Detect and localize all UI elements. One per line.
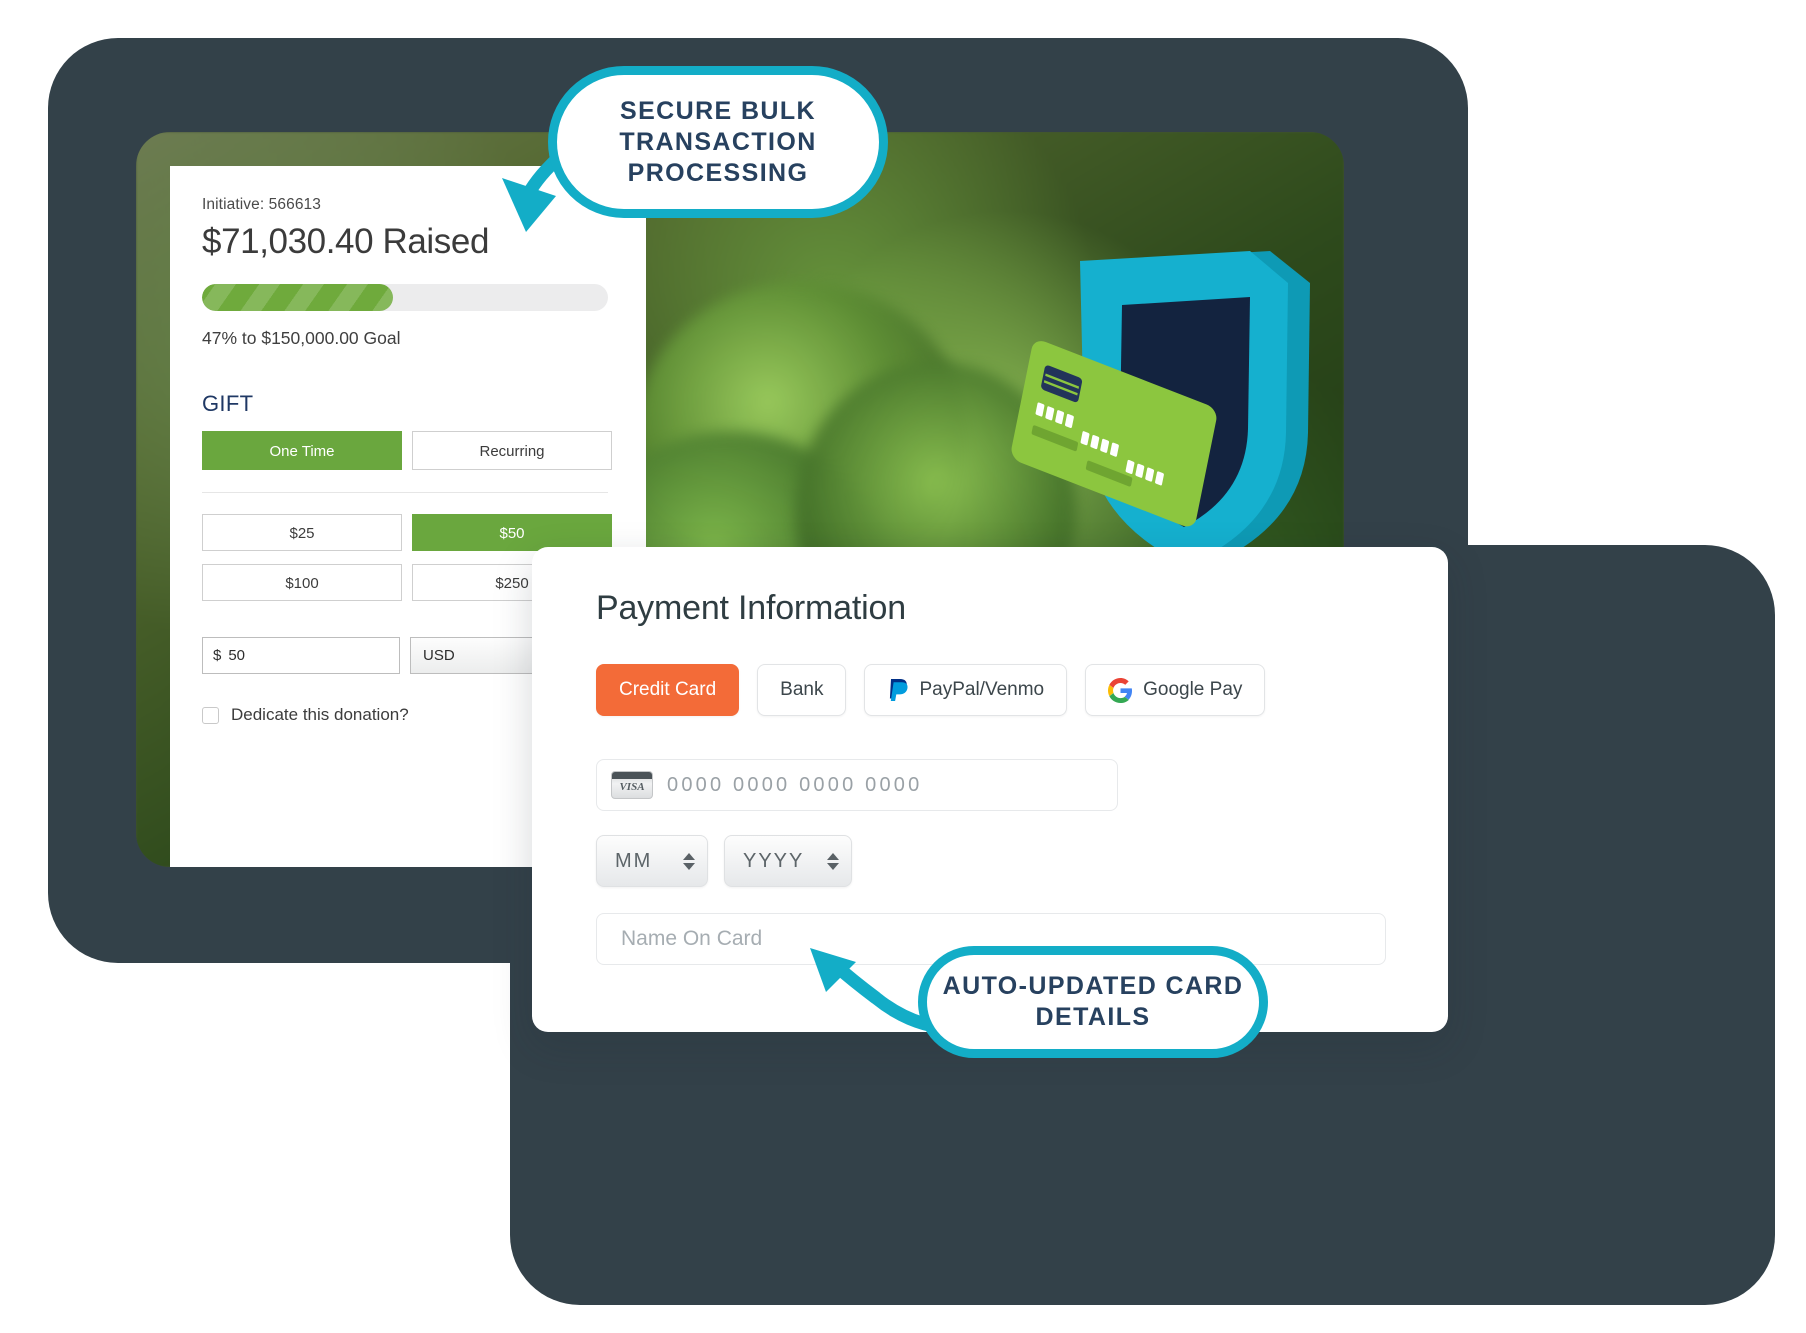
amount-option-100[interactable]: $100 <box>202 564 402 601</box>
payment-method-paypal-venmo[interactable]: PayPal/Venmo <box>864 664 1068 716</box>
payment-method-label: Google Pay <box>1143 679 1243 700</box>
card-number-placeholder: 0000 0000 0000 0000 <box>667 773 923 796</box>
expiry-month-value: MM <box>615 849 653 872</box>
google-g-glyph <box>1108 677 1133 703</box>
payment-method-group: Credit Card Bank PayPal/Venmo Google Pay <box>596 664 1266 716</box>
visa-icon: VISA <box>611 771 653 799</box>
expiry-month-stepper[interactable]: MM <box>596 835 708 887</box>
payment-method-label: Bank <box>780 679 824 700</box>
visa-label: VISA <box>619 781 645 793</box>
custom-amount-input[interactable]: $ 50 <box>202 637 400 674</box>
dedicate-label: Dedicate this donation? <box>231 705 409 724</box>
currency-select-value: USD <box>423 647 455 664</box>
frequency-option-one-time[interactable]: One Time <box>202 431 402 470</box>
screenshot-root: Initiative: 566613 $71,030.40 Raised 47%… <box>0 0 1806 1333</box>
frequency-toggle-group: One Time Recurring <box>202 431 612 470</box>
paypal-glyph <box>890 679 909 701</box>
gift-section-label: GIFT <box>202 391 254 416</box>
section-divider <box>202 492 608 493</box>
amount-option-50[interactable]: $50 <box>412 514 612 551</box>
expiry-year-value: YYYY <box>743 849 805 872</box>
payment-method-label: Credit Card <box>619 679 717 700</box>
custom-amount-value: 50 <box>228 647 246 664</box>
frequency-option-recurring[interactable]: Recurring <box>412 431 612 470</box>
payment-method-bank[interactable]: Bank <box>757 664 847 716</box>
progress-bar-fill <box>202 284 393 311</box>
currency-symbol: $ <box>213 647 222 664</box>
card-number-input[interactable]: VISA 0000 0000 0000 0000 <box>596 759 1118 811</box>
amount-option-25[interactable]: $25 <box>202 514 402 551</box>
payment-panel-title: Payment Information <box>596 589 906 627</box>
name-on-card-placeholder: Name On Card <box>621 927 763 950</box>
callout-auto-updated-card-details: AUTO-UPDATED CARD DETAILS <box>918 946 1268 1058</box>
spinner-arrows-icon[interactable] <box>683 852 695 870</box>
amount-options-row-1: $25 $50 <box>202 514 612 551</box>
progress-bar <box>202 284 608 311</box>
expiry-year-stepper[interactable]: YYYY <box>724 835 852 887</box>
paypal-icon <box>887 677 909 703</box>
google-icon <box>1108 677 1133 703</box>
payment-method-label: PayPal/Venmo <box>919 679 1045 700</box>
dedicate-checkbox[interactable] <box>202 706 219 724</box>
callout-secure-bulk-transaction-processing: SECURE BULK TRANSACTION PROCESSING <box>548 66 888 218</box>
spinner-arrows-icon[interactable] <box>827 852 839 870</box>
goal-text: 47% to $150,000.00 Goal <box>202 328 401 348</box>
payment-method-google-pay[interactable]: Google Pay <box>1085 664 1266 716</box>
payment-method-credit-card[interactable]: Credit Card <box>596 664 740 716</box>
